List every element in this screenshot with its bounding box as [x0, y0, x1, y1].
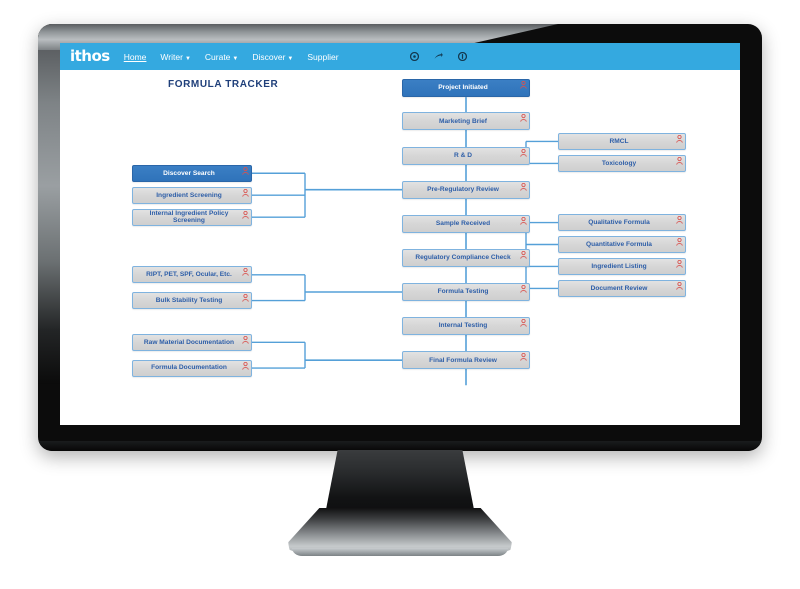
flow-node-ript-pet-spf-ocular[interactable]: RIPT, PET, SPF, Ocular, Etc. [132, 266, 252, 284]
share-arrow-icon[interactable] [434, 52, 443, 61]
flow-node-label: Final Formula Review [429, 356, 497, 364]
flow-node-label: Quantitative Formula [586, 240, 652, 248]
chevron-down-icon: ▼ [184, 55, 191, 62]
person-icon[interactable] [676, 134, 683, 143]
person-icon[interactable] [676, 281, 683, 290]
person-icon[interactable] [242, 268, 249, 277]
flow-node-label: Internal Ingredient Policy Screening [149, 209, 229, 225]
person-icon[interactable] [520, 216, 527, 225]
flow-node-label: RMCL [609, 137, 629, 145]
person-icon[interactable] [242, 335, 249, 344]
flow-node-final-formula-review[interactable]: Final Formula Review [402, 351, 530, 370]
person-icon[interactable] [242, 166, 249, 175]
flow-node-formula-testing[interactable]: Formula Testing [402, 282, 530, 301]
flow-node-label: Document Review [590, 284, 648, 292]
navigation-bar: ithos Home Writer ▼ Curate ▼ Discover ▼ Supplie… [60, 43, 740, 70]
flow-node-label: Ingredient Listing [591, 262, 647, 270]
person-icon[interactable] [676, 259, 683, 268]
flow-node-label: Bulk Stability Testing [155, 296, 223, 304]
flow-node-discover-search[interactable]: Discover Search [132, 164, 252, 182]
person-icon[interactable] [242, 210, 249, 219]
flow-node-rmcl[interactable]: RMCL [558, 132, 686, 150]
bezel-bottom-edge [38, 441, 762, 451]
flow-node-label: R & D [454, 151, 472, 159]
flow-node-ingredient-listing[interactable]: Ingredient Listing [558, 257, 686, 275]
flow-node-label: Marketing Brief [439, 117, 487, 125]
flow-node-internal-ingredient-policy-screening[interactable]: Internal Ingredient Policy Screening [132, 208, 252, 226]
flow-node-bulk-stability-testing[interactable]: Bulk Stability Testing [132, 292, 252, 310]
flow-node-formula-documentation[interactable]: Formula Documentation [132, 359, 252, 377]
person-icon[interactable] [676, 216, 683, 224]
flow-node-label: Project Initiated [438, 84, 488, 92]
nav-item-discover[interactable]: Discover ▼ [252, 52, 293, 62]
ithos-logo[interactable]: ithos [70, 49, 110, 64]
flow-node-r-and-d[interactable]: R & D [402, 146, 530, 165]
person-icon[interactable] [676, 156, 683, 165]
person-icon[interactable] [520, 319, 527, 327]
flow-node-label: Ingredient Screening [156, 191, 222, 199]
flow-node-label: Formula Testing [437, 288, 489, 296]
flow-node-label: Raw Material Documentation [143, 338, 235, 346]
flow-node-internal-testing[interactable]: Internal Testing [402, 317, 530, 336]
person-icon[interactable] [242, 294, 249, 302]
person-icon[interactable] [520, 353, 527, 361]
flow-node-regulatory-compliance-check[interactable]: Regulatory Compliance Check [402, 248, 530, 267]
flow-node-label: Toxicology [601, 159, 637, 167]
nav-item-home[interactable]: Home [124, 52, 147, 62]
flow-node-label: Formula Documentation [151, 364, 227, 372]
flow-node-label: Internal Testing [438, 322, 488, 330]
nav-item-curate[interactable]: Curate ▼ [205, 52, 238, 62]
flow-node-label: Pre-Regulatory Review [427, 186, 499, 194]
nav-item-writer[interactable]: Writer ▼ [160, 52, 190, 62]
screen: ithos Home Writer ▼ Curate ▼ Discover ▼ Supplie… [60, 43, 740, 425]
person-icon[interactable] [242, 188, 249, 197]
flow-node-sample-received[interactable]: Sample Received [402, 214, 530, 233]
flow-node-label: Qualitative Formula [588, 218, 650, 226]
chevron-down-icon: ▼ [287, 55, 294, 62]
nav-links: Home Writer ▼ Curate ▼ Discover ▼ Supplier [124, 52, 353, 62]
flow-node-project-initiated[interactable]: Project Initiated [402, 79, 530, 98]
flow-chart-canvas: Project Initiated Marketing Brief R & D Pre… [60, 70, 740, 425]
monitor-bezel: ithos Home Writer ▼ Curate ▼ Discover ▼ Supplie… [38, 24, 762, 451]
flow-node-pre-regulatory-review[interactable]: Pre-Regulatory Review [402, 180, 530, 199]
person-icon[interactable] [520, 81, 527, 89]
person-icon[interactable] [676, 238, 683, 246]
settings-icon[interactable] [410, 52, 419, 61]
flow-node-qualitative-formula[interactable]: Qualitative Formula [558, 214, 686, 232]
flow-node-toxicology[interactable]: Toxicology [558, 154, 686, 172]
person-icon[interactable] [242, 361, 249, 370]
chevron-down-icon: ▼ [232, 55, 239, 62]
nav-icon-group [410, 43, 467, 70]
person-icon[interactable] [520, 114, 527, 123]
flow-node-label: Regulatory Compliance Check [415, 254, 511, 262]
flow-node-quantitative-formula[interactable]: Quantitative Formula [558, 236, 686, 253]
person-icon[interactable] [520, 250, 527, 259]
person-icon[interactable] [520, 182, 527, 191]
person-icon[interactable] [520, 284, 527, 293]
flow-node-ingredient-screening[interactable]: Ingredient Screening [132, 186, 252, 204]
flow-node-document-review[interactable]: Document Review [558, 279, 686, 297]
monitor: ithos Home Writer ▼ Curate ▼ Discover ▼ Supplie… [0, 0, 800, 589]
info-icon[interactable] [458, 52, 467, 61]
flow-node-label: Discover Search [163, 169, 215, 177]
monitor-stand-base-lip [292, 548, 508, 556]
flow-node-raw-material-documentation[interactable]: Raw Material Documentation [132, 333, 252, 351]
flow-node-label: RIPT, PET, SPF, Ocular, Etc. [146, 271, 232, 279]
flow-node-label: Sample Received [435, 220, 491, 228]
nav-item-supplier[interactable]: Supplier [307, 52, 338, 62]
person-icon[interactable] [520, 148, 527, 157]
flow-node-marketing-brief[interactable]: Marketing Brief [402, 112, 530, 131]
